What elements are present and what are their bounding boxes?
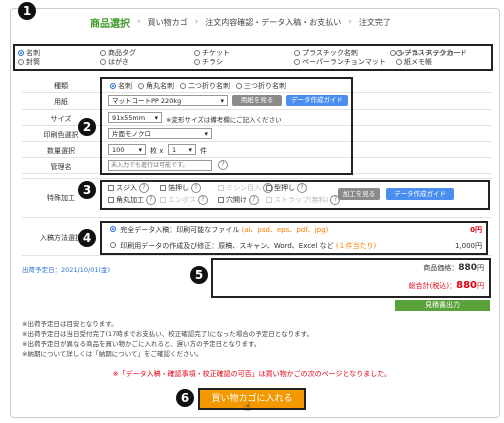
product-type-label: ペーパーランチョンマット	[302, 58, 386, 66]
radio-unselected-icon[interactable]	[100, 59, 106, 65]
radio-unselected-icon[interactable]	[194, 50, 200, 56]
product-type-label: はがき	[108, 58, 129, 66]
radio-selected-icon[interactable]	[18, 50, 24, 56]
note-line: ※出荷予定日が異なる商品を買い物かごに入れると、遅い方の予定日となります。	[22, 340, 261, 348]
add-to-cart-button[interactable]: 買い物カゴに入れる	[198, 388, 306, 410]
annotation-badge-1: 1	[18, 2, 36, 20]
product-type-option[interactable]: ペーパーランチョンマット	[294, 57, 386, 67]
cursor-hand-icon: ☝	[244, 400, 252, 414]
chevron-right-icon: ›	[194, 17, 199, 27]
warning-text: ※「データ入稿・確認事項・校正確認の可否」は買い物かごの次のページとなりました。	[112, 370, 392, 378]
step-confirm: 注文内容確認・データ入稿・お支払い	[205, 17, 342, 27]
product-type-option[interactable]: はがき	[100, 57, 129, 67]
step-cart: 買い物カゴ	[147, 17, 188, 27]
radio-unselected-icon[interactable]	[194, 59, 200, 65]
submission-box	[100, 221, 488, 255]
product-type-label: 封筒	[26, 58, 40, 66]
note-line: ※納期について詳しくは「納期について」をご確認ください。	[22, 350, 203, 358]
annotation-badge-4: 4	[78, 229, 96, 247]
radio-unselected-icon[interactable]	[396, 59, 402, 65]
product-price: 商品価格：880円	[423, 263, 484, 273]
product-type-label: 紙メモ帳	[404, 58, 432, 66]
radio-unselected-icon[interactable]	[100, 50, 106, 56]
annotation-badge-5: 5	[190, 266, 208, 284]
annotation-badge-3: 3	[78, 181, 96, 199]
radio-unselected-icon[interactable]	[294, 50, 300, 56]
kind-label: 種類	[54, 82, 68, 90]
quote-button[interactable]: 見積書出力	[395, 300, 490, 311]
product-type-option[interactable]: 紙メモ帳	[396, 57, 432, 67]
total-price-label: 総合計(税込)：	[408, 282, 457, 290]
step-complete: 注文完了	[358, 17, 391, 27]
radio-unselected-icon[interactable]	[294, 59, 300, 65]
product-price-unit: 円	[477, 264, 484, 272]
quantity-label: 数量選択	[47, 147, 75, 155]
note-line: ※出荷予定日は目安となります。	[22, 320, 118, 328]
step-current: 商品選択	[90, 18, 130, 30]
product-price-value: 880	[458, 263, 477, 273]
product-type-option[interactable]: チラシ	[194, 57, 223, 67]
product-type-option[interactable]: 封筒	[18, 57, 40, 67]
product-price-label: 商品価格：	[423, 264, 459, 272]
paper-label: 用紙	[54, 98, 68, 106]
ship-date: 出荷予定日：2021/10/01(金)	[22, 266, 111, 274]
total-price-value: 880	[456, 280, 477, 291]
radio-unselected-icon[interactable]	[18, 59, 24, 65]
spec-options-box	[100, 77, 353, 175]
chevron-right-icon: ›	[137, 17, 141, 27]
total-price: 総合計(税込)：880円	[409, 280, 484, 291]
product-type-label: チラシ	[202, 58, 223, 66]
special-options-box	[100, 180, 490, 210]
total-price-unit: 円	[477, 282, 484, 290]
chevron-right-icon: ›	[348, 17, 352, 27]
radio-unselected-icon[interactable]	[390, 50, 396, 56]
annotation-badge-2: 2	[78, 118, 96, 136]
note-line: ※出荷予定日は当日受付完了(17時までお支払い、校正確認完了)になった場合の予定…	[22, 330, 313, 338]
annotation-badge-6: 6	[176, 389, 194, 407]
order-steps-breadcrumb: 商品選択 › 買い物カゴ › 注文内容確認・データ入稿・お支払い › 注文完了	[90, 14, 391, 30]
manage-name-label: 管理名	[50, 163, 72, 171]
